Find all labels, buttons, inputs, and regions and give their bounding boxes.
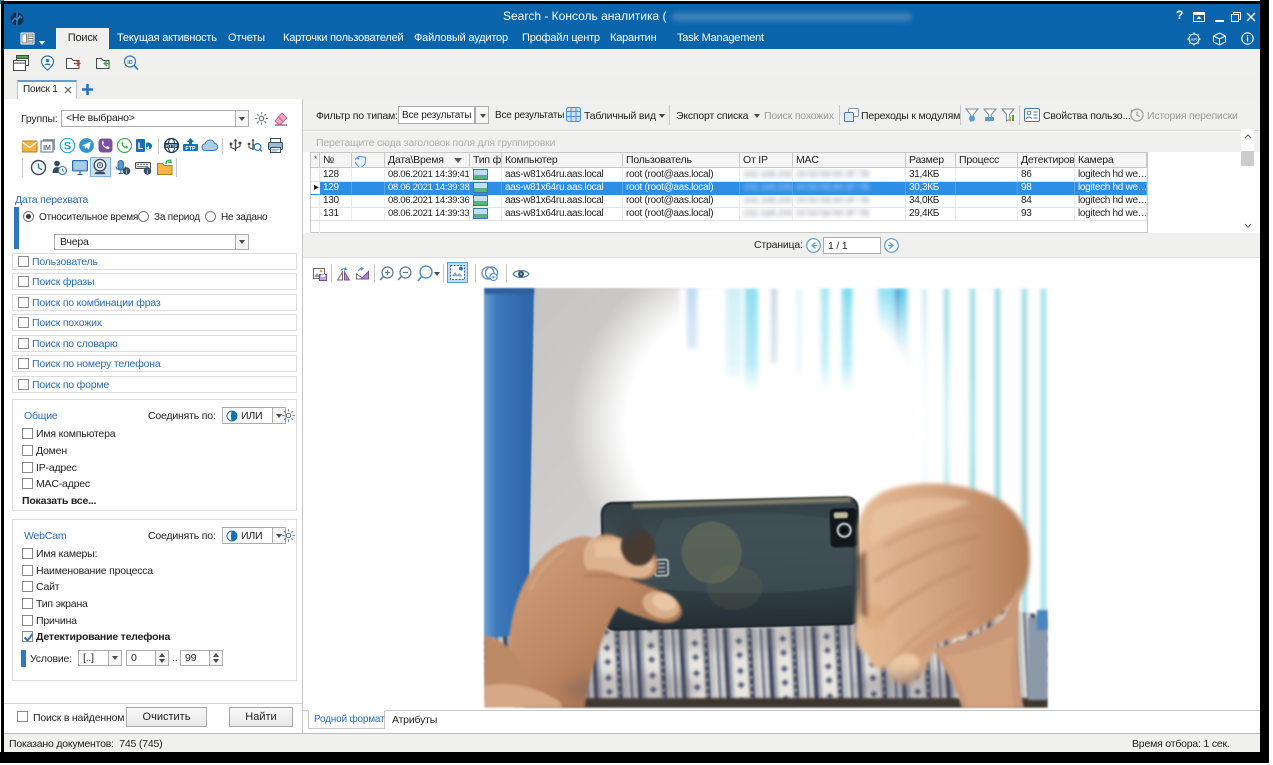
svg-text:API: API <box>1190 37 1197 42</box>
svg-text:S: S <box>64 141 71 153</box>
svg-text:ID: ID <box>127 60 133 66</box>
svg-text:FTP: FTP <box>185 146 196 152</box>
svg-text:HTTP: HTTP <box>166 143 178 148</box>
svg-text:IM: IM <box>43 145 51 152</box>
svg-text:i: i <box>147 169 149 176</box>
svg-text:i: i <box>126 169 128 176</box>
svg-text:L: L <box>138 141 144 151</box>
